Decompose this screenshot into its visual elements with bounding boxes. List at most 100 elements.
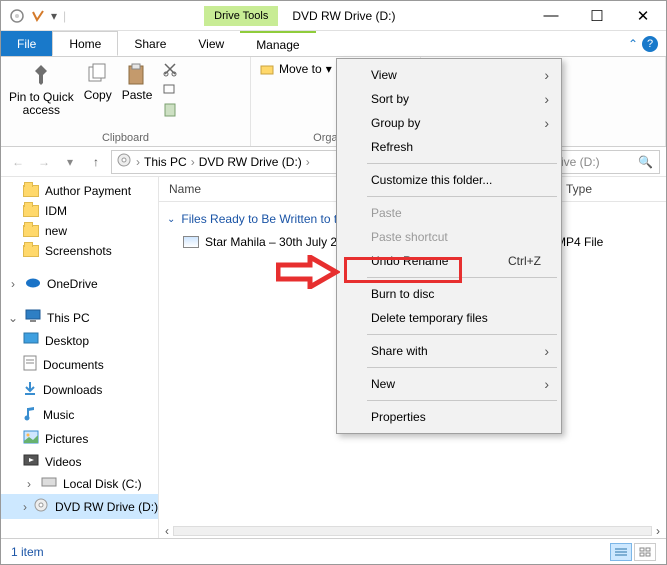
nav-desktop[interactable]: Desktop [1,329,158,352]
tab-view[interactable]: View [182,31,240,56]
ribbon-tabs: File Home Share View Manage ⌃ ? [1,31,666,57]
navigation-pane[interactable]: Author Payment IDM new Screenshots ›OneD… [1,177,159,538]
ribbon-group-clipboard: Clipboard [9,132,242,144]
cm-share-with[interactable]: Share with [339,339,559,363]
cm-delete-temp-files[interactable]: Delete temporary files [339,306,559,330]
cm-sort-by[interactable]: Sort by [339,87,559,111]
quick-access-toolbar: ▾ | [1,8,74,24]
documents-icon [23,355,37,374]
nav-local-disk[interactable]: ›Local Disk (C:) [1,473,158,494]
minimize-button[interactable]: — [528,1,574,31]
folder-icon [23,185,39,197]
folder-icon [23,205,39,217]
disk-icon [41,476,57,491]
nav-music[interactable]: Music [1,402,158,427]
nav-folder[interactable]: IDM [1,201,158,221]
chevron-down-icon: ⌄ [167,214,175,225]
qat-separator: | [63,9,66,23]
cm-refresh[interactable]: Refresh [339,135,559,159]
cm-new[interactable]: New [339,372,559,396]
nav-onedrive[interactable]: ›OneDrive [1,273,158,294]
tab-share[interactable]: Share [118,31,182,56]
menu-separator [367,400,557,401]
nav-recent-button[interactable]: ▾ [59,150,81,174]
nav-folder[interactable]: new [1,221,158,241]
contextual-tab-drive-tools[interactable]: Drive Tools [204,6,278,26]
desktop-icon [23,332,39,349]
menu-separator [367,367,557,368]
nav-back-button[interactable]: ← [7,150,29,174]
menu-separator [367,334,557,335]
search-box[interactable]: rive (D:) 🔍 [550,150,660,174]
close-button[interactable]: ✕ [620,1,666,31]
cm-paste-shortcut: Paste shortcut [339,225,559,249]
address-bar-row: ← → ▾ ↑ › This PC › DVD RW Drive (D:) › … [1,147,666,177]
nav-dvd-drive[interactable]: ›DVD RW Drive (D:) [1,494,158,519]
breadcrumb-this-pc[interactable]: This PC [144,155,187,169]
music-icon [23,405,37,424]
cut-icon[interactable] [162,61,178,77]
nav-forward-button[interactable]: → [33,150,55,174]
cm-view[interactable]: View [339,63,559,87]
cm-customize-folder[interactable]: Customize this folder... [339,168,559,192]
nav-pictures[interactable]: Pictures [1,427,158,450]
copy-path-icon[interactable] [162,81,178,97]
nav-folder[interactable]: Screenshots [1,241,158,261]
chevron-right-icon: › [191,155,195,169]
cm-properties[interactable]: Properties [339,405,559,429]
video-file-icon [183,236,199,248]
folder-icon [23,245,39,257]
pin-to-quick-access-button[interactable]: Pin to Quick access [9,61,74,117]
downloads-icon [23,380,37,399]
maximize-button[interactable]: ☐ [574,1,620,31]
nav-up-button[interactable]: ↑ [85,150,107,174]
tab-file[interactable]: File [1,31,52,56]
onedrive-icon [25,276,41,291]
ribbon: Pin to Quick access Copy Paste Clipboard [1,57,666,147]
drive-icon [116,152,132,171]
help-icon: ? [642,36,658,52]
title-bar: ▾ | Drive Tools DVD RW Drive (D:) — ☐ ✕ [1,1,666,31]
item-count: 1 item [11,545,44,559]
paste-shortcut-icon[interactable] [162,101,178,117]
dvd-icon [33,497,49,516]
cm-group-by[interactable]: Group by [339,111,559,135]
menu-separator [367,163,557,164]
cm-burn-to-disc[interactable]: Burn to disc [339,282,559,306]
nav-videos[interactable]: Videos [1,450,158,473]
search-icon: 🔍 [638,155,653,169]
nav-this-pc[interactable]: ⌄This PC [1,306,158,329]
file-type: MP4 File [556,235,658,249]
column-type[interactable]: Type [556,177,666,201]
pc-icon [25,309,41,326]
qat-dropdown-icon[interactable]: ▾ [51,9,57,23]
move-to-button[interactable]: Move to▾ [259,61,332,77]
copy-button[interactable]: Copy [84,61,112,102]
tab-home[interactable]: Home [52,31,118,56]
app-icon [9,8,25,24]
chevron-right-icon: › [136,155,140,169]
cm-paste: Paste [339,201,559,225]
window-title: DVD RW Drive (D:) [292,9,395,23]
videos-icon [23,453,39,470]
dropdown-icon: ▾ [326,62,332,76]
nav-folder[interactable]: Author Payment [1,181,158,201]
nav-documents[interactable]: Documents [1,352,158,377]
ribbon-help[interactable]: ⌃ ? [620,31,666,56]
horizontal-scrollbar[interactable]: ‹› [159,524,666,538]
cm-undo-rename[interactable]: Undo RenameCtrl+Z [339,249,559,273]
view-large-icons-button[interactable] [634,543,656,561]
tab-manage[interactable]: Manage [240,31,315,56]
context-menu: View Sort by Group by Refresh Customize … [336,58,562,434]
search-placeholder: rive (D:) [557,155,600,169]
status-bar: 1 item [1,538,666,564]
view-details-button[interactable] [610,543,632,561]
folder-icon [23,225,39,237]
nav-downloads[interactable]: Downloads [1,377,158,402]
paste-button[interactable]: Paste [122,61,153,102]
chevron-up-icon: ⌃ [628,37,638,51]
pictures-icon [23,430,39,447]
menu-separator [367,196,557,197]
qat-properties-icon[interactable] [31,9,45,23]
breadcrumb-drive[interactable]: DVD RW Drive (D:) [199,155,302,169]
